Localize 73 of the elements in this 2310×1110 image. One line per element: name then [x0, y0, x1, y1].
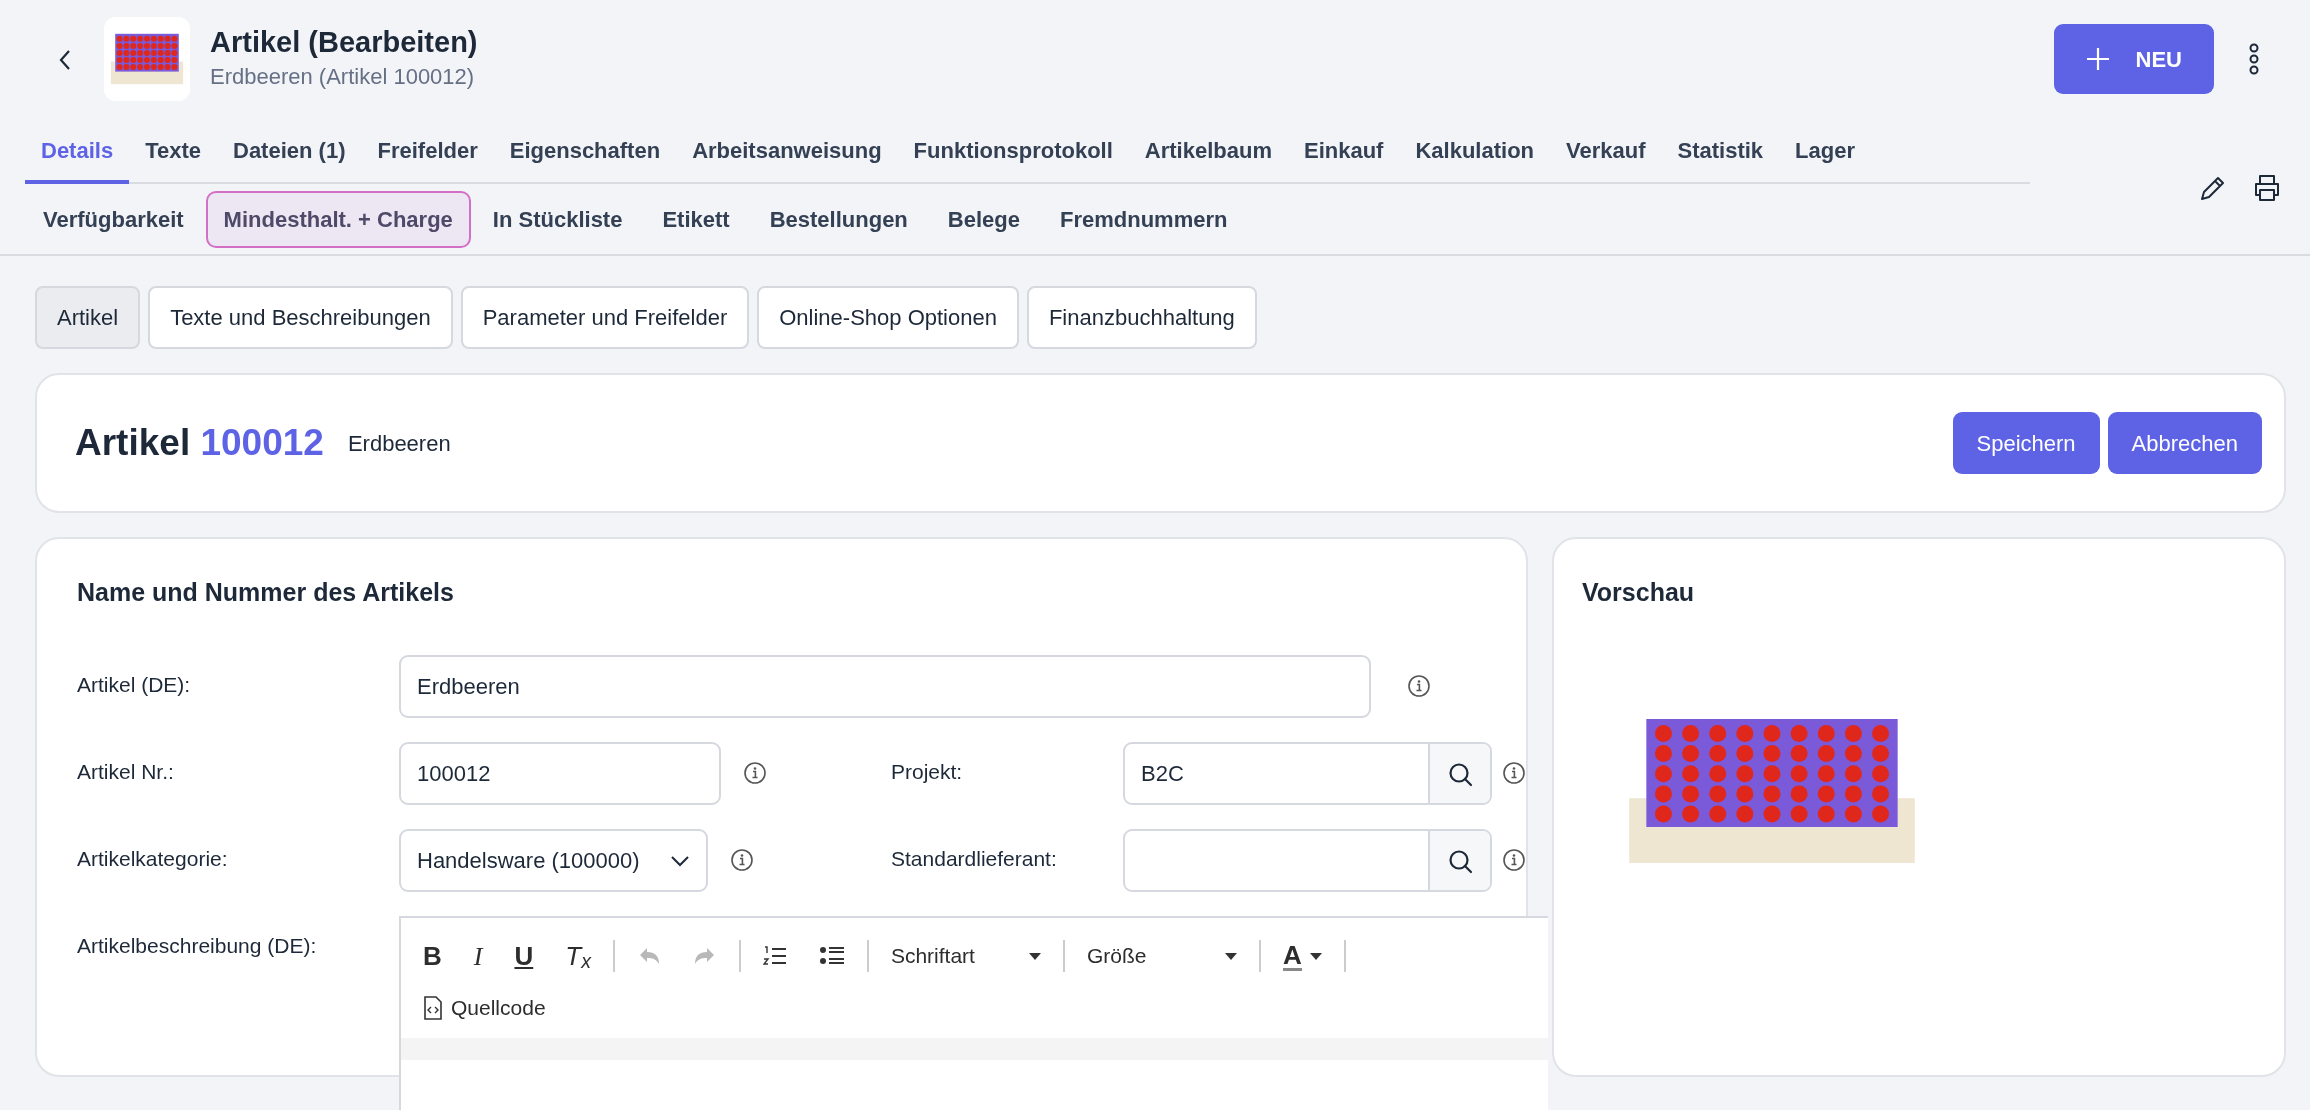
save-button[interactable]: Speichern: [1952, 412, 2100, 474]
tab[interactable]: Etikett: [644, 190, 748, 248]
tab[interactable]: Mindesthalt. + Charge: [205, 190, 471, 248]
select-field[interactable]: Handelsware (100000): [399, 829, 708, 892]
preview-heading: Vorschau: [1582, 577, 1696, 607]
field-label: Artikel Nr.:: [77, 759, 175, 785]
tab[interactable]: Bestellungen: [751, 190, 926, 248]
field-label: Projekt:: [891, 759, 964, 785]
bullet-list-icon: [818, 945, 845, 967]
new-button[interactable]: NEU: [2053, 24, 2214, 94]
tab[interactable]: Eigenschaften: [493, 118, 677, 182]
tab[interactable]: Freifelder: [361, 118, 494, 182]
code-file-icon: [423, 996, 443, 1020]
caret-down-icon: [1028, 952, 1041, 960]
search-icon[interactable]: [1447, 847, 1473, 874]
tab[interactable]: Texte: [129, 118, 217, 182]
printer-icon: [2252, 173, 2282, 203]
tab[interactable]: Details: [25, 118, 130, 182]
caret-down-icon: [1309, 952, 1322, 960]
section-tab[interactable]: Online-Shop Optionen: [757, 286, 1019, 349]
lookup-field[interactable]: [1123, 829, 1492, 892]
info-icon: [743, 761, 767, 785]
info-icon: [1502, 848, 1526, 872]
redo-arrow-icon: [692, 946, 717, 966]
plus-icon: [2085, 47, 2110, 71]
font-color-button[interactable]: A: [1268, 934, 1336, 978]
field-label: Artikelbeschreibung (DE):: [77, 933, 318, 959]
field-label: Artikelkategorie:: [77, 846, 229, 872]
chevron-down-icon: [669, 854, 690, 867]
tab[interactable]: Lager: [1779, 118, 1872, 182]
section-tab[interactable]: Finanzbuchhaltung: [1026, 286, 1257, 349]
info-icon: [1502, 761, 1526, 785]
dropdown-button[interactable]: Schriftart: [876, 934, 1055, 978]
tab[interactable]: Verkauf: [1550, 118, 1662, 182]
tab[interactable]: Statistik: [1661, 118, 1780, 182]
section-tab[interactable]: Texte und Beschreibungen: [148, 286, 453, 349]
input-field[interactable]: 100012: [399, 742, 721, 805]
source-code-button[interactable]: Quellcode: [409, 986, 560, 1030]
info-icon: [1407, 674, 1431, 698]
section-tab[interactable]: Parameter und Freifelder: [460, 286, 750, 349]
chevron-left-icon: [58, 48, 72, 71]
input-field[interactable]: Erdbeeren: [399, 655, 1371, 718]
section-heading: Name und Nummer des Artikels: [77, 577, 455, 607]
dropdown-button[interactable]: Größe: [1072, 934, 1251, 978]
underline-button[interactable]: U: [500, 934, 548, 978]
caret-down-icon: [1224, 952, 1237, 960]
kebab-menu-icon: [2248, 43, 2260, 75]
numbered-list-icon: [762, 945, 787, 967]
info-icon: [729, 848, 754, 872]
section-tab[interactable]: Artikel: [35, 286, 141, 349]
bold-button[interactable]: B: [409, 934, 456, 978]
tab[interactable]: In Stückliste: [474, 190, 641, 248]
lookup-field[interactable]: B2C: [1123, 742, 1492, 805]
tab[interactable]: Fremdnummern: [1041, 190, 1246, 248]
tab[interactable]: Dateien (1): [217, 118, 362, 182]
tab[interactable]: Einkauf: [1287, 118, 1400, 182]
field-label: Artikel (DE):: [77, 672, 192, 698]
tab[interactable]: Verfügbarkeit: [25, 190, 202, 248]
tab[interactable]: Funktionsprotokoll: [897, 118, 1129, 182]
italic-button[interactable]: I: [459, 934, 497, 978]
tab[interactable]: Artikelbaum: [1128, 118, 1288, 182]
article-name: Erdbeeren: [347, 429, 452, 458]
tab[interactable]: Arbeitsanweisung: [676, 118, 898, 182]
cancel-button[interactable]: Abbrechen: [2107, 412, 2262, 474]
text-editor[interactable]: B I U T$_{x}$ Schriftart Größe A Quellcode: [399, 916, 1548, 1110]
field-label: Standardlieferant:: [891, 846, 1058, 872]
search-icon[interactable]: [1447, 760, 1473, 787]
tab[interactable]: Kalkulation: [1399, 118, 1550, 182]
page-title: Artikel (Bearbeiten): [210, 25, 479, 60]
page-subtitle: Erdbeeren (Artikel 100012): [210, 62, 476, 91]
tab[interactable]: Belege: [929, 190, 1038, 248]
article-heading: Artikel 100012: [75, 421, 324, 466]
clear-format-button[interactable]: T$_{x}$: [551, 934, 605, 978]
